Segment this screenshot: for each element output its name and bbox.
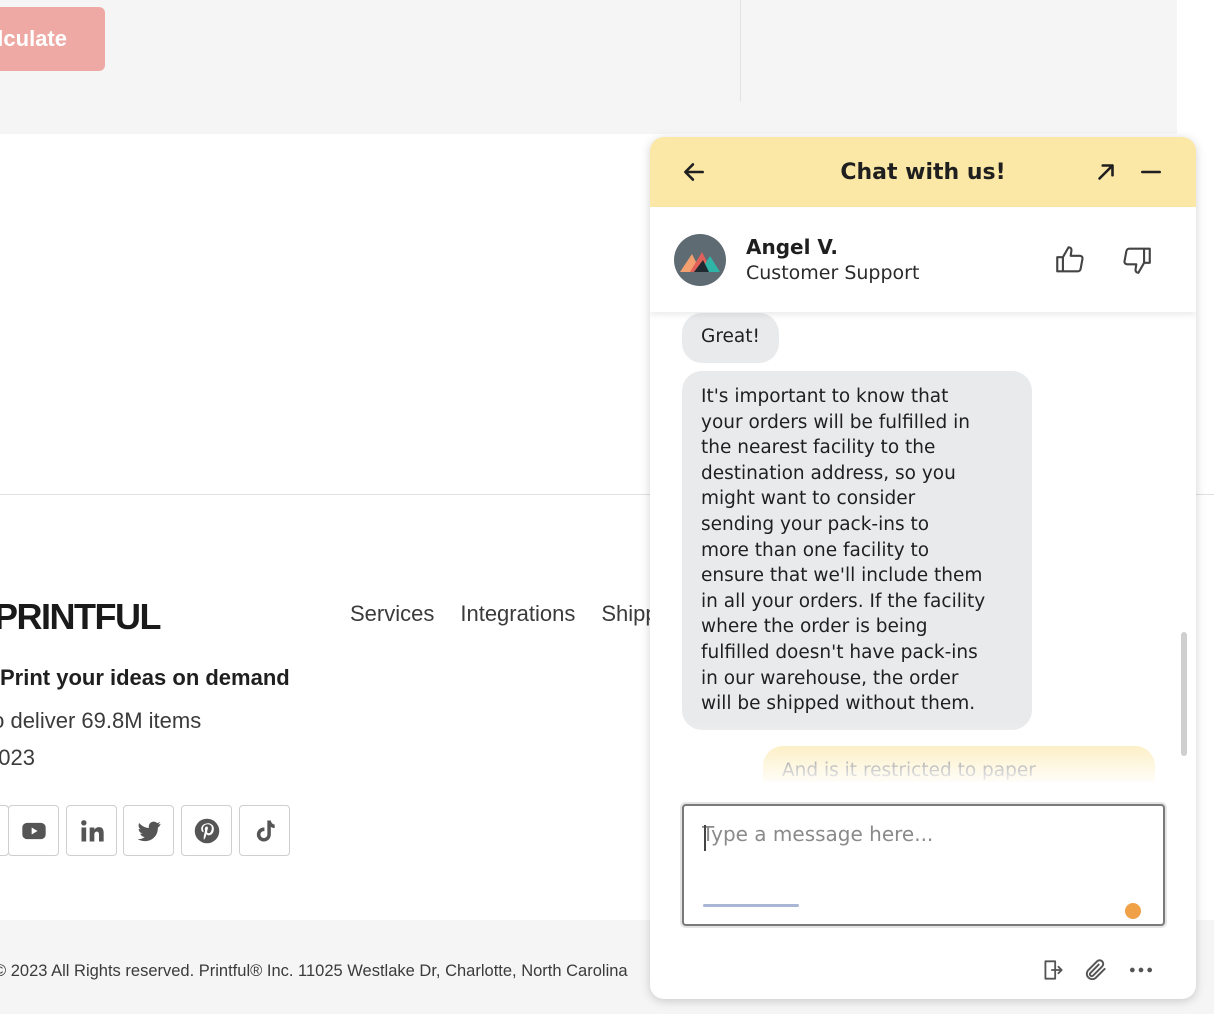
minus-icon [1141, 170, 1161, 174]
thumbs-down-icon [1123, 247, 1151, 274]
agent-role: Customer Support [746, 262, 920, 284]
copyright-text: © 2023 All Rights reserved. Printful® In… [0, 962, 628, 980]
arrow-up-right-icon [1098, 164, 1114, 180]
footer-nav: Services Integrations Shipping [350, 601, 687, 627]
calculate-button[interactable]: Calculate [0, 7, 105, 71]
more-dots-icon [1129, 967, 1153, 973]
message-input[interactable] [702, 822, 1142, 882]
minimize-button[interactable] [1133, 154, 1169, 190]
twitter-icon[interactable] [123, 805, 174, 856]
thumbs-up-icon [1056, 246, 1084, 273]
exit-door-icon [1044, 960, 1063, 980]
paperclip-icon [1085, 959, 1106, 981]
message-list[interactable]: Great! It's important to know that your … [650, 312, 1196, 782]
tiktok-icon[interactable] [239, 805, 290, 856]
agent-message: It's important to know that your orders … [682, 371, 1032, 730]
text-caret [704, 825, 706, 851]
section-divider [740, 0, 741, 102]
linkedin-icon[interactable] [66, 805, 117, 856]
thumbs-down-button[interactable] [1117, 240, 1157, 280]
agent-message: Great! [682, 313, 779, 363]
arrow-left-icon [684, 163, 704, 181]
agent-name: Angel V. [746, 235, 838, 259]
footer-link-services[interactable]: Services [350, 601, 434, 627]
end-chat-button[interactable] [1036, 955, 1070, 985]
footer-link-integrations[interactable]: Integrations [460, 601, 575, 627]
footer-stat: to deliver 69.8M items [0, 708, 202, 733]
message-composer [682, 804, 1165, 926]
composer-underline [703, 904, 799, 907]
agent-avatar [674, 234, 726, 286]
footer-year: 2023 [0, 745, 35, 770]
status-dot [1125, 903, 1141, 919]
attach-button[interactable] [1079, 955, 1113, 985]
back-button[interactable] [676, 154, 712, 190]
pinterest-icon[interactable] [181, 805, 232, 856]
more-options-button[interactable] [1124, 955, 1158, 985]
top-section [0, 0, 1177, 134]
printful-logo[interactable]: PRINTFUL [0, 596, 161, 638]
user-message: And is it restricted to paper [763, 746, 1155, 782]
message-scrollbar[interactable] [1181, 632, 1187, 756]
youtube-icon[interactable] [8, 805, 59, 856]
thumbs-up-button[interactable] [1050, 240, 1090, 280]
chat-header: Chat with us! [650, 137, 1196, 207]
agent-info: Angel V. Customer Support [650, 207, 1196, 312]
popout-button[interactable] [1088, 154, 1124, 190]
chat-widget: Chat with us! Angel V. Customer Support [650, 137, 1196, 999]
footer-tagline: Print your ideas on demand [0, 665, 290, 690]
